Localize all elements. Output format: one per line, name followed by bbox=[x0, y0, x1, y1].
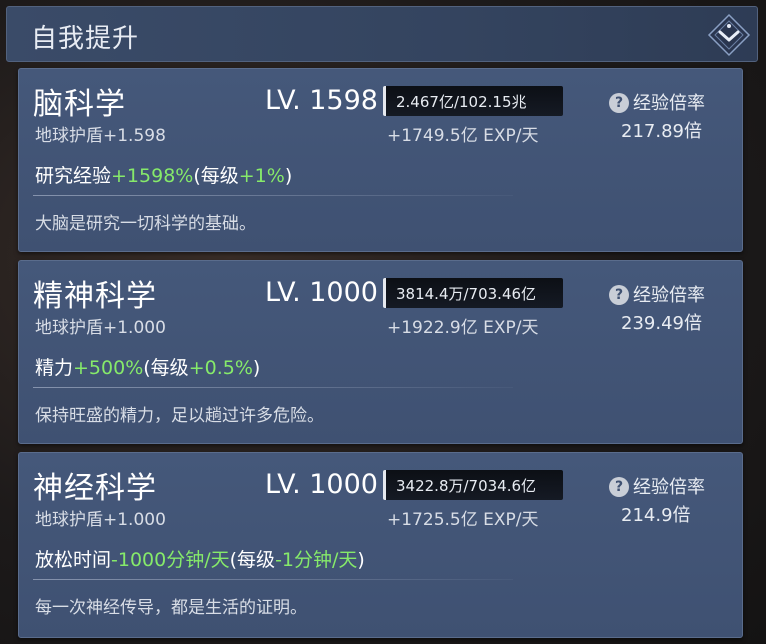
skill-card-brain-science[interactable]: 脑科学 地球护盾+1.598 LV. 1598 2.467亿/102.15兆 +… bbox=[18, 68, 743, 252]
skill-name: 神经科学 bbox=[33, 471, 157, 506]
skill-description: 每一次神经传导，都是生活的证明。 bbox=[35, 598, 307, 618]
xp-progress: 3422.8万/7034.6亿 bbox=[383, 470, 563, 500]
divider bbox=[33, 579, 513, 580]
effect-value: +1598% bbox=[111, 165, 194, 187]
panel-header: 自我提升 bbox=[6, 6, 758, 62]
multiplier-value: 239.49倍 bbox=[621, 313, 702, 334]
effect-value: +500% bbox=[73, 357, 144, 379]
xp-progress: 3814.4万/703.46亿 bbox=[383, 278, 563, 308]
divider bbox=[33, 195, 513, 196]
effect-name: 放松时间 bbox=[35, 549, 112, 571]
help-circle-icon[interactable]: ? bbox=[609, 477, 629, 497]
multiplier-value: 214.9倍 bbox=[621, 505, 691, 526]
panel-title: 自我提升 bbox=[31, 24, 140, 54]
effect-name: 研究经验 bbox=[35, 165, 112, 187]
skill-card-neuroscience[interactable]: 神经科学 地球护盾+1.000 LV. 1000 3422.8万/7034.6亿… bbox=[18, 452, 743, 638]
skill-description: 大脑是研究一切科学的基础。 bbox=[35, 214, 256, 234]
earth-shield-bonus: 地球护盾+1.000 bbox=[35, 510, 166, 530]
effect-close-paren: ) bbox=[252, 357, 261, 379]
effect-per-level-label: (每级 bbox=[229, 549, 276, 571]
skill-level: LV. 1598 bbox=[265, 85, 378, 116]
skill-effect: 放松时间-1000分钟/天(每级-1分钟/天) bbox=[35, 545, 365, 572]
help-circle-icon[interactable]: ? bbox=[609, 93, 629, 113]
skill-level: LV. 1000 bbox=[265, 469, 378, 500]
multiplier-label: 经验倍率 bbox=[633, 285, 705, 306]
skill-effect: 精力+500%(每级+0.5%) bbox=[35, 353, 260, 380]
earth-shield-bonus: 地球护盾+1.598 bbox=[35, 126, 166, 146]
chevron-down-diamond-icon bbox=[707, 13, 751, 57]
skill-card-mental-science[interactable]: 精神科学 地球护盾+1.000 LV. 1000 3814.4万/703.46亿… bbox=[18, 260, 743, 444]
effect-close-paren: ) bbox=[284, 165, 293, 187]
earth-shield-bonus: 地球护盾+1.000 bbox=[35, 318, 166, 338]
skill-name: 精神科学 bbox=[33, 279, 157, 314]
effect-name: 精力 bbox=[35, 357, 74, 379]
effect-per-level-value: -1分钟/天 bbox=[275, 549, 358, 571]
effect-close-paren: ) bbox=[357, 549, 365, 571]
help-circle-icon[interactable]: ? bbox=[609, 285, 629, 305]
exp-rate: +1725.5亿 EXP/天 bbox=[387, 510, 539, 530]
effect-per-level-label: (每级 bbox=[193, 165, 239, 187]
effect-per-level-value: +1% bbox=[238, 165, 285, 187]
skill-effect: 研究经验+1598%(每级+1%) bbox=[35, 161, 292, 188]
exp-rate: +1922.9亿 EXP/天 bbox=[387, 318, 539, 338]
skill-name: 脑科学 bbox=[33, 87, 126, 122]
exp-multiplier[interactable]: ? 经验倍率 217.89倍 bbox=[609, 89, 729, 143]
skill-level: LV. 1000 bbox=[265, 277, 378, 308]
effect-value: -1000分钟/天 bbox=[111, 549, 230, 571]
collapse-button[interactable] bbox=[707, 13, 751, 57]
divider bbox=[33, 387, 513, 388]
exp-multiplier[interactable]: ? 经验倍率 239.49倍 bbox=[609, 281, 729, 335]
skill-description: 保持旺盛的精力，足以趟过许多危险。 bbox=[35, 406, 324, 426]
multiplier-label: 经验倍率 bbox=[633, 93, 705, 114]
exp-multiplier[interactable]: ? 经验倍率 214.9倍 bbox=[609, 473, 729, 527]
effect-per-level-label: (每级 bbox=[143, 357, 189, 379]
xp-progress: 2.467亿/102.15兆 bbox=[383, 86, 563, 116]
multiplier-value: 217.89倍 bbox=[621, 121, 702, 142]
exp-rate: +1749.5亿 EXP/天 bbox=[387, 126, 539, 146]
effect-per-level-value: +0.5% bbox=[188, 357, 253, 379]
multiplier-label: 经验倍率 bbox=[633, 477, 705, 498]
